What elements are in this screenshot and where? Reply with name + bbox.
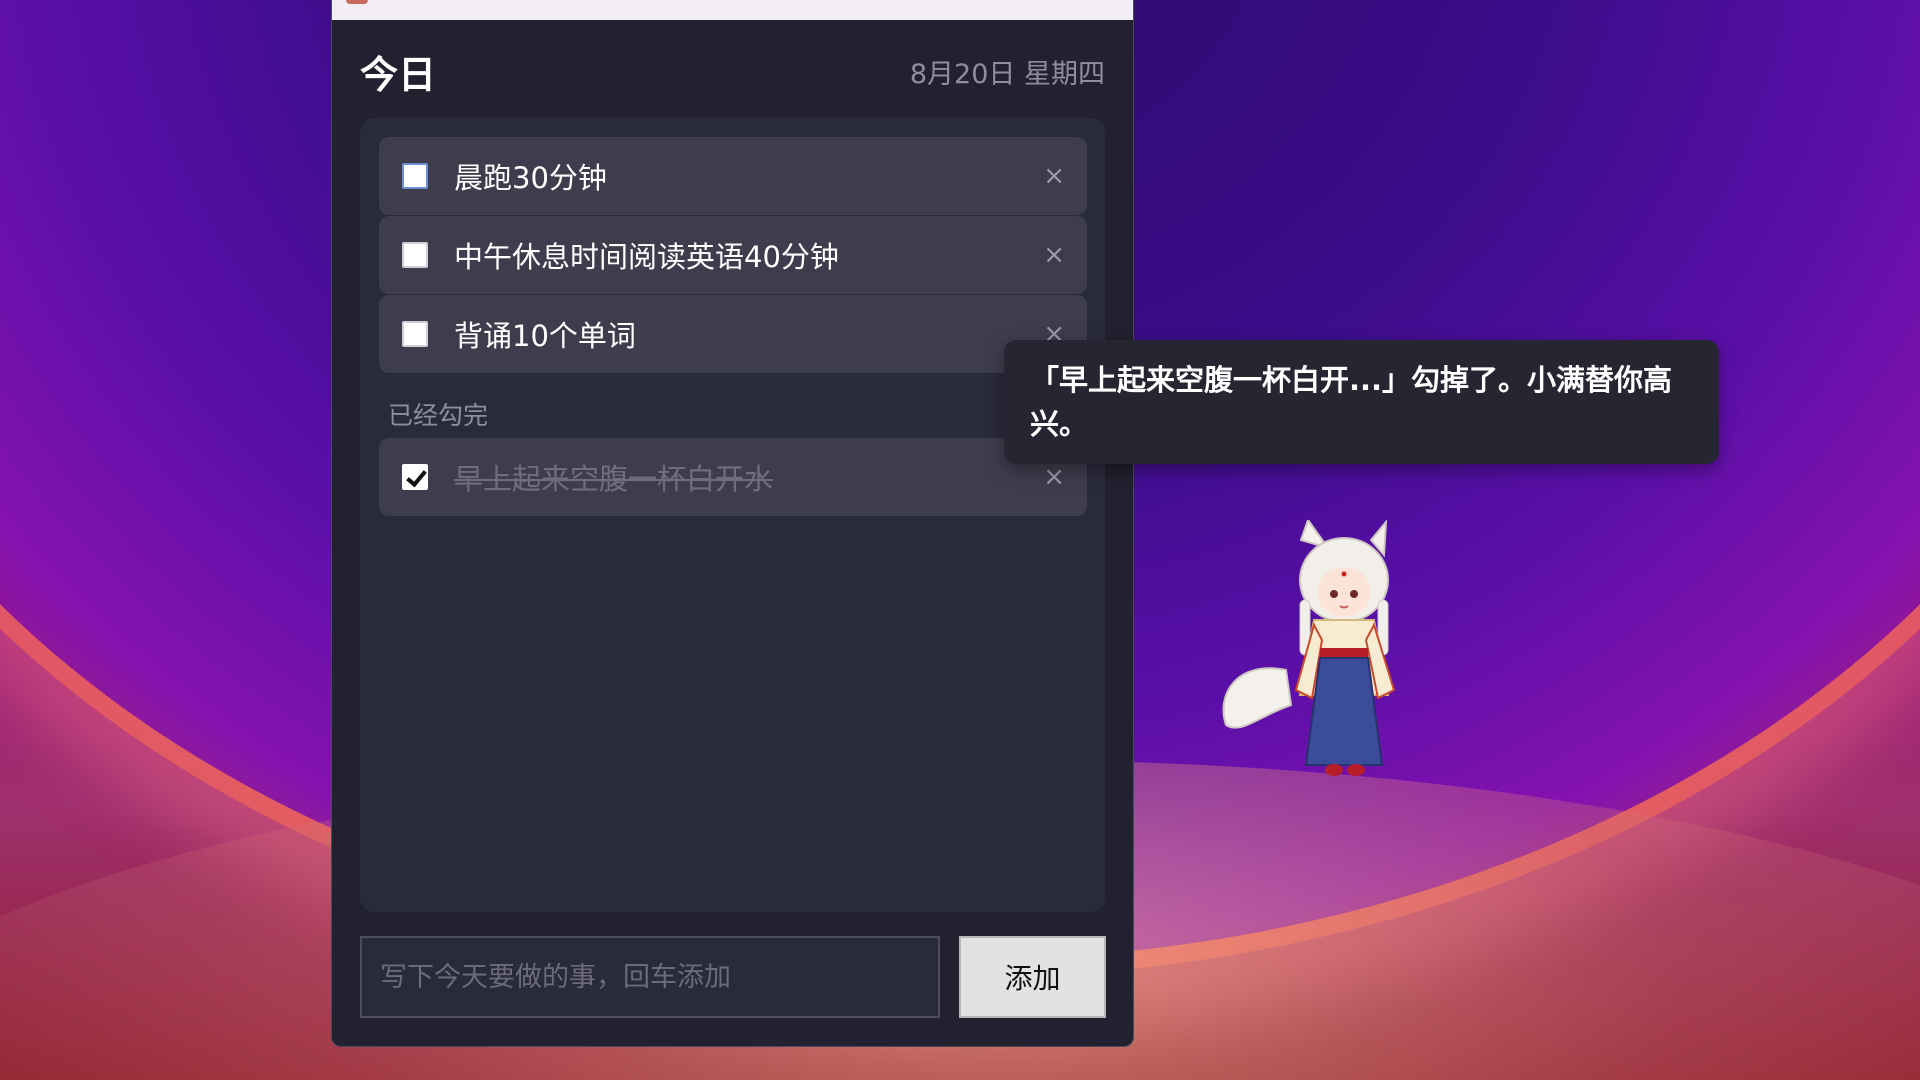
mascot-speech-bubble: 「早上起来空腹一杯白开...」勾掉了。小满替你高兴。: [1004, 340, 1719, 464]
todo-item-label: 背诵10个单词: [454, 319, 636, 353]
app-icon: [346, 0, 368, 4]
add-button[interactable]: 添加: [959, 936, 1106, 1018]
window-titlebar[interactable]: [332, 0, 1133, 20]
checkbox-icon[interactable]: [402, 464, 428, 490]
todo-item[interactable]: 中午休息时间阅读英语40分钟 ×: [379, 216, 1087, 294]
checkbox-icon[interactable]: [402, 242, 428, 268]
page-title: 今日: [360, 52, 437, 97]
todo-item[interactable]: 晨跑30分钟 ×: [379, 137, 1087, 215]
date-label: 8月20日 星期四: [909, 58, 1105, 90]
todo-window: 今日 8月20日 星期四 晨跑30分钟 × 中午休息时间阅读英语40分钟 × 背…: [331, 0, 1134, 1047]
todo-item-label: 早上起来空腹一杯白开水: [454, 462, 774, 496]
desktop-background: 今日 8月20日 星期四 晨跑30分钟 × 中午休息时间阅读英语40分钟 × 背…: [0, 0, 1920, 1080]
checkbox-icon[interactable]: [402, 163, 428, 189]
new-todo-input[interactable]: [360, 936, 940, 1018]
todo-item-label: 中午休息时间阅读英语40分钟: [454, 240, 839, 274]
completed-todo-item[interactable]: 早上起来空腹一杯白开水 ×: [379, 438, 1087, 516]
checkbox-icon[interactable]: [402, 321, 428, 347]
completed-section-label: 已经勾完: [388, 401, 489, 430]
fox-girl-mascot[interactable]: [1216, 520, 1406, 790]
todo-item[interactable]: 背诵10个单词 ×: [379, 295, 1087, 373]
window-header: 今日 8月20日 星期四: [360, 46, 1105, 97]
close-icon[interactable]: ×: [1043, 161, 1065, 191]
todo-item-label: 晨跑30分钟: [454, 161, 607, 195]
close-icon[interactable]: ×: [1043, 462, 1065, 492]
todo-list-panel: 晨跑30分钟 × 中午休息时间阅读英语40分钟 × 背诵10个单词 × 已经勾完…: [360, 118, 1105, 912]
close-icon[interactable]: ×: [1043, 240, 1065, 270]
